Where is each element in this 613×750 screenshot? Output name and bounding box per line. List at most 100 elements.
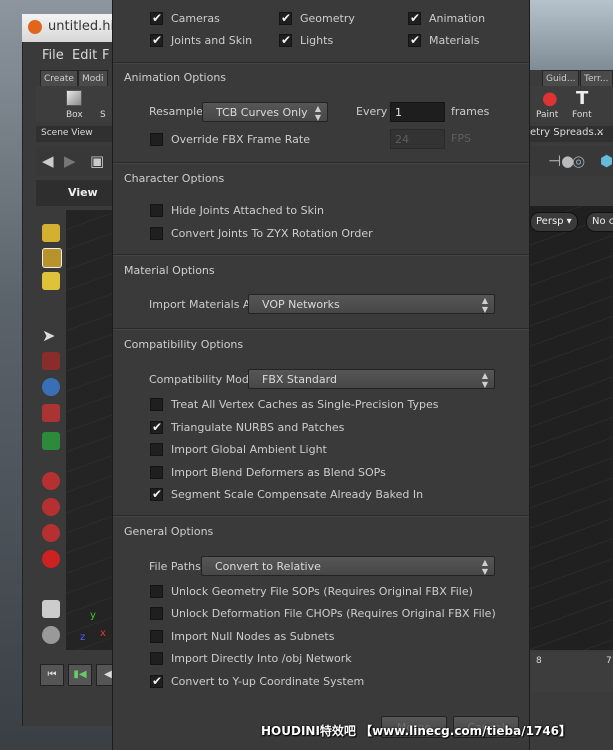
checkbox-box[interactable]: ✔ <box>408 33 421 47</box>
timeline[interactable]: 8 7 <box>528 652 613 692</box>
checkbox-box[interactable]: ✔ <box>279 11 292 25</box>
shader-icon[interactable]: ⬢ <box>600 152 613 170</box>
curve-tool-icon[interactable] <box>42 498 60 516</box>
checkbox-box[interactable]: ✔ <box>150 674 163 688</box>
jump-start-icon[interactable]: ⏮ <box>40 664 64 686</box>
checkbox-label: Segment Scale Compensate Already Baked I… <box>171 488 424 501</box>
font-tool-icon[interactable]: T <box>576 88 588 109</box>
footprint-tool-icon[interactable] <box>42 272 60 290</box>
close-tab-icon[interactable]: × <box>596 127 604 138</box>
view-menu[interactable]: View <box>68 186 98 199</box>
shelf-tabs: Create Modi <box>36 70 112 88</box>
file-paths-dropdown[interactable]: Convert to Relative ▲ ▼ <box>201 556 495 576</box>
viewer-toolbar: View <box>36 180 112 206</box>
resample-dropdown[interactable]: TCB Curves Only ▲ ▼ <box>202 102 328 122</box>
file-paths-value: Convert to Relative <box>215 560 321 573</box>
template-tool-icon[interactable] <box>42 248 62 268</box>
right-shelf-tabs: Guid... Terr... <box>528 70 613 88</box>
checkbox-label: Hide Joints Attached to Skin <box>171 204 325 217</box>
checkbox-box[interactable]: ✔ <box>150 33 163 47</box>
every-label: Every <box>356 105 388 118</box>
scale-tool-icon[interactable] <box>42 404 60 422</box>
dropdown-arrows-icon: ▲ ▼ <box>314 104 321 122</box>
dropdown-arrows-icon: ▲ ▼ <box>481 371 488 389</box>
material-options-title: Material Options <box>124 264 215 277</box>
sphere-tool-label: S <box>100 110 106 120</box>
checkbox-label: Triangulate NURBS and Patches <box>171 421 345 434</box>
box-tool-icon[interactable] <box>66 90 82 106</box>
axis-x-label: x <box>100 628 106 639</box>
forward-arrow-icon[interactable]: ▶ <box>64 152 76 170</box>
desktop-sky <box>528 0 613 70</box>
paint-tool-icon[interactable]: ● <box>542 88 558 109</box>
section-divider <box>113 515 529 517</box>
geometry-spreadsheet-tab-label: etry Spreads... <box>530 127 604 138</box>
section-divider <box>113 254 529 256</box>
menu-file[interactable]: File <box>42 48 64 63</box>
check-icon: ✔ <box>410 11 421 25</box>
back-arrow-icon[interactable]: ◀ <box>42 152 54 170</box>
play-reverse-icon[interactable]: ▮◀ <box>68 664 92 686</box>
menu-more[interactable]: F <box>102 48 109 63</box>
persp-menu[interactable]: Persp ▾ <box>530 212 578 232</box>
checkbox-label: Import Blend Deformers as Blend SOPs <box>171 466 386 479</box>
checkbox-box[interactable] <box>150 133 163 146</box>
pin-icon[interactable]: ⊣● <box>548 152 574 170</box>
select-arrow-icon[interactable]: ➤ <box>42 326 60 345</box>
checkbox-label: Unlock Geometry File SOPs (Requires Orig… <box>171 585 473 598</box>
checkbox-label: Materials <box>429 34 480 47</box>
move-tool-icon[interactable] <box>42 352 60 370</box>
checkbox-box[interactable] <box>150 466 163 479</box>
viewport[interactable] <box>66 210 112 650</box>
animation-options-title: Animation Options <box>124 71 227 84</box>
checkbox-box[interactable] <box>150 607 163 620</box>
checkbox-label: Unlock Deformation File CHOPs (Requires … <box>171 607 496 620</box>
compatibility-mode-value: FBX Standard <box>262 373 337 386</box>
window-title: untitled.hi <box>48 19 115 34</box>
checkbox-box[interactable] <box>150 630 163 643</box>
checkbox-box[interactable]: ✔ <box>408 11 421 25</box>
checkbox-box[interactable]: ✔ <box>150 11 163 25</box>
navigation-bar: ◀ ▶ ▣ <box>36 146 112 176</box>
checkbox-label: Override FBX Frame Rate <box>171 133 310 146</box>
fps-input[interactable]: 24 <box>390 129 445 149</box>
display-tool-icon[interactable] <box>42 224 60 242</box>
checkbox-box[interactable] <box>150 227 163 240</box>
attract-tool-icon[interactable] <box>42 550 60 568</box>
checkbox-box[interactable] <box>150 398 163 411</box>
checkbox-box[interactable]: ✔ <box>150 487 163 501</box>
camera-icon[interactable]: ◎ <box>572 152 585 170</box>
compatibility-mode-dropdown[interactable]: FBX Standard ▲ ▼ <box>248 369 495 389</box>
network-path-icon[interactable]: ▣ <box>90 152 104 170</box>
sculpt-tool-icon[interactable] <box>42 626 60 644</box>
rotate-tool-icon[interactable] <box>42 378 60 396</box>
compatibility-mode-label: Compatibility Mode <box>149 373 256 386</box>
geometry-spreadsheet-tab[interactable]: etry Spreads... × <box>528 126 613 142</box>
magnet-tool-icon[interactable] <box>42 524 60 542</box>
checkbox-box[interactable]: ✔ <box>279 33 292 47</box>
scene-view-tab[interactable]: Scene View <box>36 126 112 142</box>
scene-view-tab-label: Scene View <box>41 128 93 138</box>
checkbox-box[interactable] <box>150 652 163 665</box>
pose-tool-icon[interactable] <box>42 432 60 450</box>
file-paths-label: File Paths <box>149 560 201 573</box>
viewport-toolbar: ➤ <box>36 210 66 650</box>
section-divider <box>113 62 529 64</box>
houdini-titlebar[interactable]: untitled.hi <box>22 14 115 42</box>
menu-edit[interactable]: Edit <box>72 48 97 63</box>
right-viewport[interactable] <box>528 206 613 650</box>
checkbox-box[interactable] <box>150 585 163 598</box>
camera-menu[interactable]: No c <box>586 212 613 232</box>
checkbox-label: Lights <box>300 34 334 47</box>
checkbox-box[interactable]: ✔ <box>150 420 163 434</box>
import-materials-dropdown[interactable]: VOP Networks ▲ ▼ <box>248 294 495 314</box>
checkbox-box[interactable] <box>150 443 163 456</box>
dropdown-arrows-icon: ▲ ▼ <box>481 558 488 576</box>
paint-tool-icon[interactable] <box>42 600 60 618</box>
handle-tool-icon[interactable] <box>42 472 60 490</box>
checkbox-box[interactable] <box>150 204 163 217</box>
check-icon: ✔ <box>281 33 292 47</box>
every-frames-input[interactable]: 1 <box>390 102 445 122</box>
box-tool-label: Box <box>66 110 83 120</box>
checkbox-label: Convert Joints To ZYX Rotation Order <box>171 227 373 240</box>
